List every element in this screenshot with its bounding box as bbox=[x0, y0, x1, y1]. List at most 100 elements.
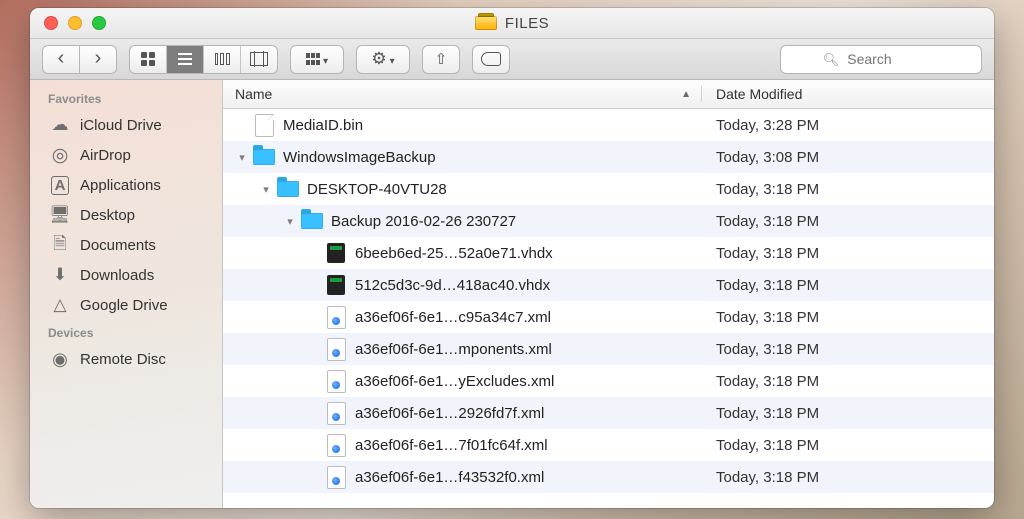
sidebar-item-icloud-drive[interactable]: iCloud Drive bbox=[30, 110, 222, 140]
table-row[interactable]: 512c5d3c-9d…418ac40.vhdxToday, 3:18 PM bbox=[223, 269, 994, 301]
airdrop-icon bbox=[50, 146, 70, 164]
remote-disc-icon bbox=[50, 350, 70, 368]
table-row[interactable]: a36ef06f-6e1…2926fd7f.xml Today, 3:18 PM bbox=[223, 397, 994, 429]
column-header-date[interactable]: Date Modified bbox=[702, 86, 994, 102]
grid-icon bbox=[141, 52, 155, 66]
xml-file-icon bbox=[327, 434, 346, 457]
column-headers: Name ▲ Date Modified bbox=[223, 80, 994, 109]
sidebar-item-label: Downloads bbox=[80, 267, 154, 284]
share-button[interactable] bbox=[422, 45, 460, 74]
back-button[interactable] bbox=[42, 45, 79, 74]
file-date-modified: Today, 3:18 PM bbox=[702, 213, 994, 230]
search-input[interactable] bbox=[845, 50, 939, 68]
sidebar-item-documents[interactable]: Documents bbox=[30, 230, 222, 260]
view-list-button[interactable] bbox=[167, 46, 204, 73]
table-row[interactable]: ▾DESKTOP-40VTU28Today, 3:18 PM bbox=[223, 173, 994, 205]
minimize-window-button[interactable] bbox=[68, 16, 82, 30]
file-date-modified: Today, 3:18 PM bbox=[702, 341, 994, 358]
xml-file-icon bbox=[327, 466, 346, 489]
action-button[interactable] bbox=[356, 45, 410, 74]
zoom-window-button[interactable] bbox=[92, 16, 106, 30]
applications-icon bbox=[50, 176, 70, 194]
search-icon bbox=[823, 51, 840, 68]
chevron-down-icon bbox=[320, 51, 328, 68]
downloads-icon bbox=[50, 266, 70, 284]
arrange-button[interactable] bbox=[290, 45, 344, 74]
disk-image-icon bbox=[327, 275, 345, 295]
xml-file-icon bbox=[327, 306, 346, 329]
folder-icon bbox=[253, 149, 275, 165]
table-row[interactable]: a36ef06f-6e1…f43532f0.xmlToday, 3:18 PM bbox=[223, 461, 994, 493]
sidebar-item-applications[interactable]: Applications bbox=[30, 170, 222, 200]
file-name: a36ef06f-6e1…2926fd7f.xml bbox=[355, 405, 544, 422]
chevron-down-icon bbox=[387, 51, 395, 68]
chevron-left-icon bbox=[58, 51, 65, 68]
column-header-label: Date Modified bbox=[716, 86, 802, 102]
file-name: a36ef06f-6e1…yExcludes.xml bbox=[355, 373, 554, 390]
file-name: a36ef06f-6e1…mponents.xml bbox=[355, 341, 552, 358]
file-name: Backup 2016-02-26 230727 bbox=[331, 213, 516, 230]
sidebar-item-label: AirDrop bbox=[80, 147, 131, 164]
table-row[interactable]: a36ef06f-6e1…c95a34c7.xmlToday, 3:18 PM bbox=[223, 301, 994, 333]
list-icon bbox=[178, 53, 192, 65]
cloud-icon bbox=[50, 116, 70, 134]
table-row[interactable]: a36ef06f-6e1…mponents.xml Today, 3:18 PM bbox=[223, 333, 994, 365]
disk-image-icon bbox=[327, 243, 345, 263]
file-date-modified: Today, 3:18 PM bbox=[702, 245, 994, 262]
sidebar-item-airdrop[interactable]: AirDrop bbox=[30, 140, 222, 170]
chevron-right-icon bbox=[95, 51, 102, 68]
xml-file-icon bbox=[327, 338, 346, 361]
sidebar-item-downloads[interactable]: Downloads bbox=[30, 260, 222, 290]
file-date-modified: Today, 3:28 PM bbox=[702, 117, 994, 134]
file-date-modified: Today, 3:18 PM bbox=[702, 309, 994, 326]
file-date-modified: Today, 3:18 PM bbox=[702, 405, 994, 422]
disclosure-triangle[interactable]: ▾ bbox=[283, 215, 297, 228]
sidebar-item-label: Google Drive bbox=[80, 297, 168, 314]
sidebar-header-devices: Devices bbox=[30, 320, 222, 344]
table-row[interactable]: a36ef06f-6e1…7f01fc64f.xml Today, 3:18 PM bbox=[223, 429, 994, 461]
sidebar-item-label: Remote Disc bbox=[80, 351, 166, 368]
tag-icon bbox=[481, 52, 501, 66]
close-window-button[interactable] bbox=[44, 16, 58, 30]
forward-button[interactable] bbox=[79, 45, 117, 74]
search-field[interactable] bbox=[780, 45, 982, 74]
file-date-modified: Today, 3:18 PM bbox=[702, 437, 994, 454]
disclosure-triangle[interactable]: ▾ bbox=[259, 183, 273, 196]
sidebar-item-desktop[interactable]: Desktop bbox=[30, 200, 222, 230]
file-date-modified: Today, 3:18 PM bbox=[702, 181, 994, 198]
documents-icon bbox=[50, 236, 70, 254]
columns-icon bbox=[215, 53, 230, 65]
sidebar-item-google-drive[interactable]: Google Drive bbox=[30, 290, 222, 320]
file-list: Name ▲ Date Modified MediaID.binToday, 3… bbox=[223, 80, 994, 508]
desktop-icon bbox=[50, 206, 70, 224]
file-date-modified: Today, 3:18 PM bbox=[702, 469, 994, 486]
column-header-name[interactable]: Name ▲ bbox=[223, 86, 702, 102]
file-name: WindowsImageBackup bbox=[283, 149, 436, 166]
sort-ascending-icon: ▲ bbox=[681, 89, 691, 100]
tags-button[interactable] bbox=[472, 45, 510, 74]
table-row[interactable]: ▾ Backup 2016-02-26 230727 Today, 3:18 PM bbox=[223, 205, 994, 237]
nav-back-forward bbox=[42, 45, 117, 74]
sidebar-item-remote-disc[interactable]: Remote Disc bbox=[30, 344, 222, 374]
sidebar-item-label: Applications bbox=[80, 177, 161, 194]
arrange-icon bbox=[306, 53, 320, 65]
traffic-lights bbox=[30, 16, 106, 30]
folder-icon bbox=[301, 213, 323, 229]
view-columns-button[interactable] bbox=[204, 46, 241, 73]
folder-icon bbox=[277, 181, 299, 197]
table-row[interactable]: a36ef06f-6e1…yExcludes.xml Today, 3:18 PM bbox=[223, 365, 994, 397]
view-gallery-button[interactable] bbox=[241, 46, 277, 73]
toolbar bbox=[30, 39, 994, 80]
table-row[interactable]: ▾ WindowsImageBackup Today, 3:08 PM bbox=[223, 141, 994, 173]
xml-file-icon bbox=[327, 402, 346, 425]
file-name: a36ef06f-6e1…7f01fc64f.xml bbox=[355, 437, 548, 454]
view-icons-button[interactable] bbox=[130, 46, 167, 73]
finder-window: FILES Fav bbox=[30, 8, 994, 508]
file-date-modified: Today, 3:08 PM bbox=[702, 149, 994, 166]
table-row[interactable]: MediaID.binToday, 3:28 PM bbox=[223, 109, 994, 141]
file-date-modified: Today, 3:18 PM bbox=[702, 373, 994, 390]
disclosure-triangle[interactable]: ▾ bbox=[235, 151, 249, 164]
sidebar: Favorites iCloud Drive AirDrop Applicati… bbox=[30, 80, 223, 508]
table-row[interactable]: 6beeb6ed-25…52a0e71.vhdxToday, 3:18 PM bbox=[223, 237, 994, 269]
column-header-label: Name bbox=[235, 86, 272, 102]
